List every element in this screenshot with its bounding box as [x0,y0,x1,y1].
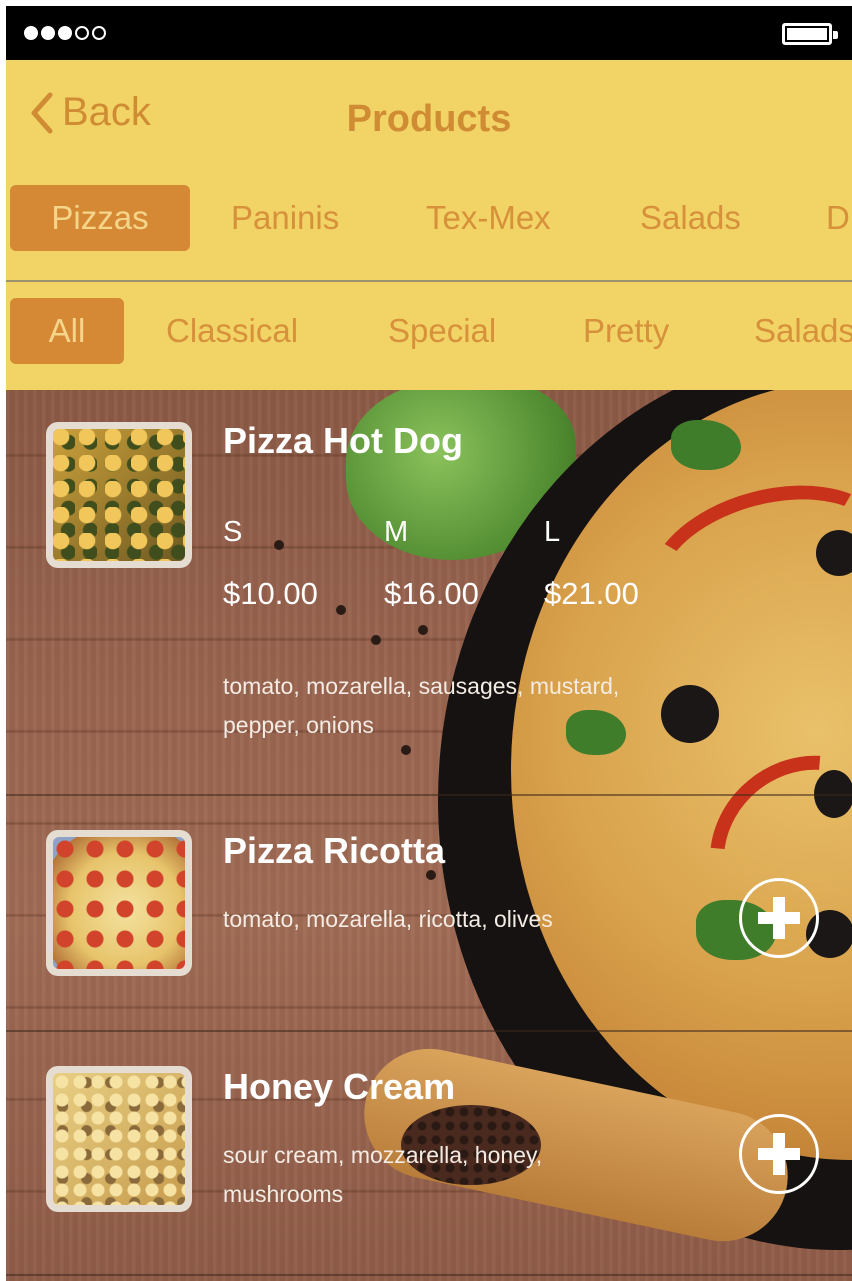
product-ingredients: tomato, mozarella, ricotta, olives [223,900,553,939]
size-label-s: S [223,516,243,548]
ingredients-line: tomato, mozarella, ricotta, olives [223,906,553,932]
app-frame: Back Products Pizzas Paninis Tex-Mex Sal… [6,6,852,1281]
product-thumbnail [46,422,192,568]
tab-paninis[interactable]: Paninis [231,185,339,251]
filter-all[interactable]: All [10,298,124,364]
product-name: Pizza Hot Dog [223,420,463,461]
page-title: Products [346,98,512,140]
row-divider [6,794,852,796]
size-label-l: L [544,516,561,548]
tab-tex-mex[interactable]: Tex-Mex [426,185,551,251]
filter-special[interactable]: Special [388,298,496,364]
row-divider [6,1030,852,1032]
ingredients-line: mushrooms [223,1181,344,1207]
ingredients-line: pepper, onions [223,712,374,738]
product-list[interactable]: Pizza Hot Dog S M L $10.00 $16.00 $21.00… [6,390,852,1281]
tab-pizzas[interactable]: Pizzas [10,185,190,251]
plus-icon [758,1133,800,1175]
status-bar [6,6,852,60]
size-label-m: M [384,516,409,548]
tab-desserts-partial[interactable]: D [826,185,850,251]
signal-strength-icon [24,26,106,40]
header: Back Products Pizzas Paninis Tex-Mex Sal… [6,60,852,390]
product-thumbnail [46,830,192,976]
price-l[interactable]: $21.00 [544,576,639,612]
add-to-cart-button[interactable] [739,878,819,958]
price-s[interactable]: $10.00 [223,576,318,612]
filter-pretty[interactable]: Pretty [583,298,669,364]
product-name: Pizza Ricotta [223,830,446,871]
battery-full-icon [782,23,838,45]
filter-classical[interactable]: Classical [166,298,298,364]
plus-icon [758,897,800,939]
ingredients-line: sour cream, mozzarella, honey, [223,1142,543,1168]
add-to-cart-button[interactable] [739,1114,819,1194]
product-name: Honey Cream [223,1066,456,1107]
filter-tabs: All Classical Special Pretty Salads [6,298,852,368]
product-thumbnail [46,1066,192,1212]
tab-divider [6,280,852,282]
filter-salads[interactable]: Salads [754,298,852,364]
ingredients-line: tomato, mozarella, sausages, mustard, [223,673,620,699]
product-ingredients: sour cream, mozzarella, honey, mushrooms [223,1136,542,1214]
product-ingredients: tomato, mozarella, sausages, mustard, pe… [223,667,619,745]
row-divider [6,1274,852,1276]
tab-salads[interactable]: Salads [640,185,741,251]
category-tabs: Pizzas Paninis Tex-Mex Salads D [6,185,852,255]
price-m[interactable]: $16.00 [384,576,479,612]
